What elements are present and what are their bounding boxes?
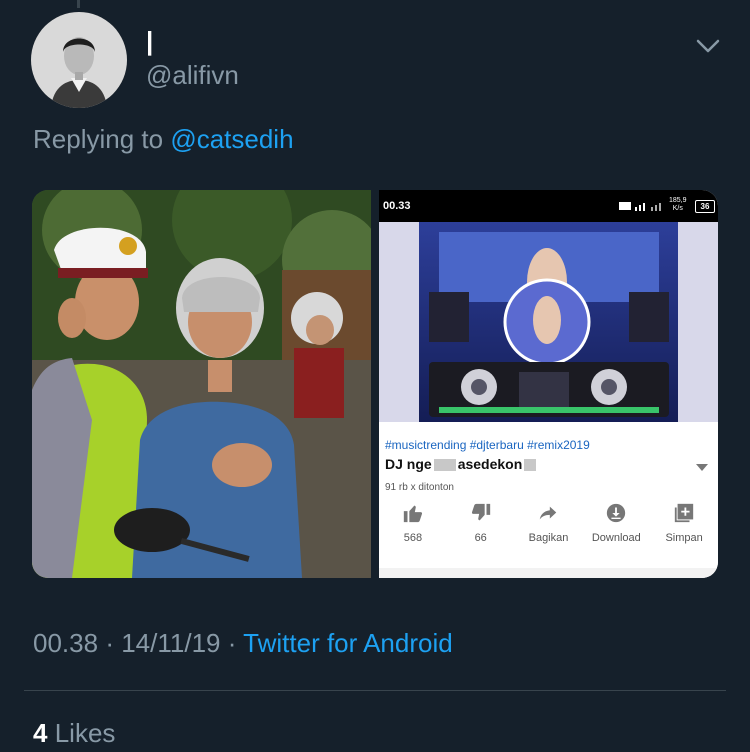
chevron-down-icon[interactable] <box>694 36 722 56</box>
phone-time: 00.33 <box>383 200 411 212</box>
tweet-date[interactable]: 14/11/19 <box>121 628 220 658</box>
share-icon <box>540 506 557 520</box>
tweet-source-link[interactable]: Twitter for Android <box>243 628 453 658</box>
save-label: Simpan <box>665 532 703 544</box>
media-grid: 00.33 185,9 K/s 36 #musictrending #djter… <box>32 190 718 578</box>
save-action[interactable]: Simpan <box>650 500 718 550</box>
dislike-action[interactable]: 66 <box>447 500 515 550</box>
download-action[interactable]: Download <box>582 500 650 550</box>
separator-dot: · <box>227 628 237 658</box>
download-icon <box>607 503 626 523</box>
avatar[interactable] <box>31 12 127 108</box>
video-title-part2: asedekon <box>457 456 523 472</box>
video-info-panel: #musictrending #djterbaru #remix2019 DJ … <box>379 422 718 578</box>
save-playlist-icon <box>674 503 694 523</box>
likes-label: Likes <box>54 718 116 748</box>
photo-illustration <box>32 190 382 578</box>
network-speed: 185,9 K/s <box>669 197 687 213</box>
photo-video-screenshot[interactable]: 00.33 185,9 K/s 36 #musictrending #djter… <box>379 190 718 578</box>
separator-dot: · <box>105 628 114 658</box>
thumbs-down-icon <box>471 503 490 521</box>
video-action-bar: 568 66 Bagikan Download Simpan <box>379 500 718 550</box>
thumbs-up-icon <box>403 505 422 523</box>
replying-to-label: Replying to <box>33 124 164 154</box>
censor-block <box>433 459 456 472</box>
thread-connector-line <box>77 0 80 8</box>
likes-count: 4 <box>33 718 48 748</box>
signal-icon <box>619 202 661 211</box>
tweet-detail: | @alifivn Replying to @catsedih 00.33 1… <box>0 0 750 752</box>
like-count: 568 <box>403 532 423 544</box>
video-view-count: 91 rb x ditonton <box>385 482 454 493</box>
phone-status-bar: 00.33 185,9 K/s 36 <box>379 190 718 222</box>
tweet-timestamp-line: 00.38 · 14/11/19 · Twitter for Android <box>33 628 453 659</box>
censor-block <box>524 459 537 472</box>
battery-icon: 36 <box>695 200 715 213</box>
video-player[interactable] <box>379 222 718 422</box>
video-title-part1: DJ nge <box>385 456 432 472</box>
video-frame <box>379 222 718 422</box>
share-label: Bagikan <box>528 532 569 544</box>
reply-mention-link[interactable]: @catsedih <box>170 124 293 154</box>
user-handle[interactable]: @alifivn <box>146 60 239 91</box>
network-speed-unit: K/s <box>672 205 683 212</box>
display-name[interactable]: | <box>146 26 153 57</box>
download-label: Download <box>591 532 641 544</box>
avatar-image <box>31 12 127 108</box>
share-action[interactable]: Bagikan <box>515 500 583 550</box>
divider <box>24 690 726 691</box>
video-title: DJ nge asedekon <box>385 456 538 472</box>
tweet-time[interactable]: 00.38 <box>33 628 98 658</box>
replying-to-line: Replying to @catsedih <box>33 124 294 155</box>
video-hashtags[interactable]: #musictrending #djterbaru #remix2019 <box>385 438 590 452</box>
network-speed-value: 185,9 <box>669 197 687 204</box>
likes-stat[interactable]: 4 Likes <box>33 718 115 749</box>
like-action[interactable]: 568 <box>379 500 447 550</box>
photo-police-and-rider[interactable] <box>32 190 382 578</box>
expand-description-icon[interactable] <box>696 464 708 471</box>
panel-divider <box>379 568 718 578</box>
dislike-count: 66 <box>474 532 487 544</box>
